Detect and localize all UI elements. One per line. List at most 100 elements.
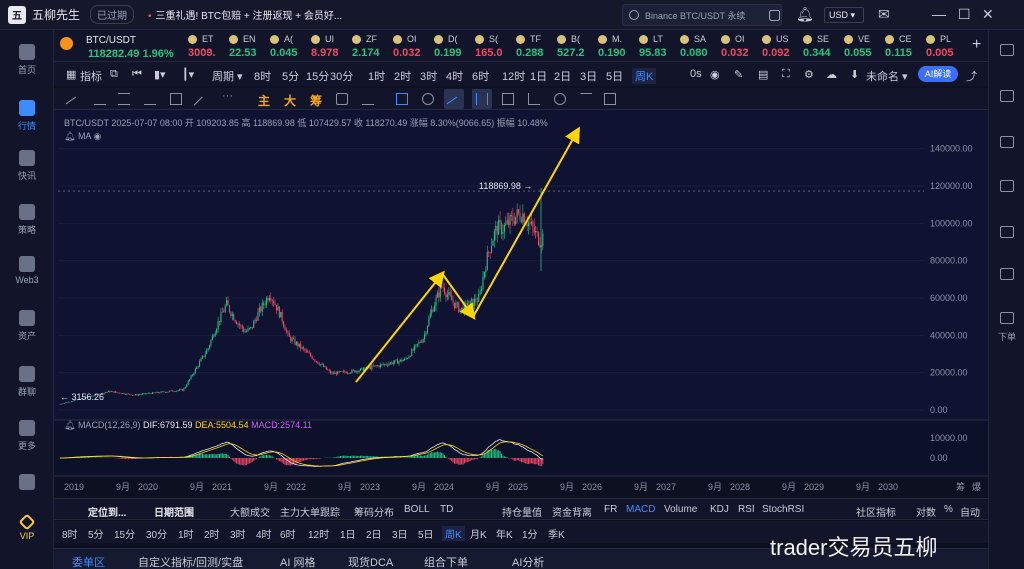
tf-bar-7[interactable]: 4时 bbox=[256, 526, 272, 541]
expired-badge[interactable]: 已过期 bbox=[90, 5, 135, 24]
search-input[interactable]: Binance BTC/USDT 永续 bbox=[622, 4, 782, 26]
rail-calendar-icon[interactable] bbox=[1000, 180, 1014, 192]
tf-bar-18[interactable]: 季K bbox=[548, 526, 565, 541]
grid-icon[interactable]: ▦ bbox=[66, 68, 76, 81]
rail-position-icon[interactable] bbox=[1000, 268, 1014, 280]
timeframe-13[interactable]: 5日 bbox=[606, 68, 623, 84]
period-button[interactable]: 周期 ▾ bbox=[212, 68, 243, 84]
nav-item-5[interactable]: 资产 bbox=[0, 310, 54, 342]
compare-icon[interactable]: ⧉ bbox=[110, 68, 118, 81]
tf-bar-5[interactable]: 2时 bbox=[204, 526, 220, 541]
community-indicators[interactable]: 社区指标 bbox=[856, 504, 896, 519]
tf-bar-3[interactable]: 30分 bbox=[146, 526, 167, 541]
lock-tool-icon[interactable] bbox=[502, 93, 514, 105]
filter-tool-icon[interactable] bbox=[580, 93, 592, 105]
cursor-tool-icon[interactable] bbox=[528, 93, 540, 105]
tf-bar-13[interactable]: 5日 bbox=[418, 526, 434, 541]
chips-tool[interactable]: 筹 bbox=[310, 92, 322, 109]
timeframe-0[interactable]: 8时 bbox=[254, 68, 271, 84]
parallel-channel-tool-icon[interactable] bbox=[118, 93, 130, 105]
rectangle-tool-icon[interactable] bbox=[170, 93, 182, 105]
tf-bar-14[interactable]: 周K bbox=[442, 526, 465, 541]
rail-list-icon[interactable] bbox=[1000, 44, 1014, 56]
tf-bar-12[interactable]: 3日 bbox=[392, 526, 408, 541]
mail-icon[interactable]: ✉ bbox=[878, 6, 890, 23]
indicator-3[interactable]: BOLL bbox=[404, 504, 430, 515]
percent-toggle[interactable]: % bbox=[944, 504, 953, 515]
delete-tool-icon[interactable] bbox=[604, 93, 616, 105]
indicator-0[interactable]: 大额成交 bbox=[230, 504, 270, 519]
date-range-button[interactable]: 日期范围 bbox=[154, 504, 194, 519]
nav-item-4[interactable]: Web3 bbox=[0, 256, 54, 285]
minimize-icon[interactable]: — bbox=[932, 6, 946, 22]
log-toggle[interactable]: 对数 bbox=[916, 504, 936, 519]
timeframe-6[interactable]: 3时 bbox=[420, 68, 437, 84]
timeframe-11[interactable]: 2日 bbox=[554, 68, 571, 84]
indicator-2[interactable]: 筹码分布 bbox=[354, 504, 394, 519]
magnet-tool-icon[interactable] bbox=[336, 93, 348, 105]
rail-book-icon[interactable] bbox=[1000, 90, 1014, 102]
tf-bar-4[interactable]: 1时 bbox=[178, 526, 194, 541]
rewind-icon[interactable]: ⏮ bbox=[132, 68, 142, 81]
timeframe-12[interactable]: 3日 bbox=[580, 68, 597, 84]
price-chart-svg[interactable]: 140000.00 120000.00 100000.00 80000.00 60000… bbox=[54, 110, 988, 498]
bottom-tab-0[interactable]: 委单区 bbox=[72, 554, 105, 569]
bottom-tab-4[interactable]: 组合下单 bbox=[424, 554, 468, 569]
indicators-button[interactable]: 指标 bbox=[80, 68, 102, 84]
tf-bar-6[interactable]: 3时 bbox=[230, 526, 246, 541]
indicator2-7[interactable]: StochRSI bbox=[762, 504, 804, 515]
candle-type-icon[interactable]: ▮▾ bbox=[154, 68, 166, 81]
locate-button[interactable]: 定位到... bbox=[88, 504, 126, 519]
indicator2-5[interactable]: KDJ bbox=[710, 504, 729, 515]
ma-legend[interactable]: 🔔︎ MA ◉ bbox=[64, 131, 101, 142]
timeframe-9[interactable]: 12时 bbox=[502, 68, 525, 84]
bell-icon[interactable]: 🔔︎ bbox=[796, 6, 814, 23]
indicator2-4[interactable]: Volume bbox=[664, 504, 697, 515]
maximize-icon[interactable]: ☐ bbox=[958, 6, 971, 23]
timeframe-4[interactable]: 1时 bbox=[368, 68, 385, 84]
timeframe-2[interactable]: 15分 bbox=[306, 68, 329, 84]
active-ticker[interactable]: BTC/USDT 118282.49 1.96% bbox=[58, 33, 182, 60]
indicator-1[interactable]: 主力大单跟踪 bbox=[280, 504, 340, 519]
layout-icon[interactable]: ▤ bbox=[758, 68, 768, 81]
rail-news-icon[interactable] bbox=[1000, 136, 1014, 148]
tf-bar-17[interactable]: 1分 bbox=[522, 526, 538, 541]
share-icon[interactable]: ⤴ bbox=[966, 68, 977, 84]
ticker-item[interactable]: PL 0.005 bbox=[926, 33, 986, 60]
fullscreen-icon[interactable]: ⛶ bbox=[782, 68, 790, 81]
indicator2-0[interactable]: 持仓量值 bbox=[502, 504, 542, 519]
tf-bar-8[interactable]: 6时 bbox=[280, 526, 296, 541]
horizontal-line-tool-icon[interactable] bbox=[94, 93, 106, 105]
more-tools-icon[interactable]: ··· bbox=[222, 90, 234, 102]
close-icon[interactable]: ✕ bbox=[982, 6, 994, 23]
camera-icon[interactable]: ◉ bbox=[710, 68, 720, 81]
timeframe-5[interactable]: 2时 bbox=[394, 68, 411, 84]
bottom-tab-5[interactable]: AI分析 bbox=[512, 554, 544, 569]
large-tool[interactable]: 大 bbox=[284, 92, 296, 109]
ray-tool-icon[interactable] bbox=[144, 93, 156, 105]
promo-banner[interactable]: • 三重礼遇! BTC包赔 + 注册返现 + 会员好... bbox=[148, 7, 342, 22]
tf-bar-0[interactable]: 8时 bbox=[62, 526, 78, 541]
select-tool-icon[interactable] bbox=[396, 93, 408, 105]
tf-bar-1[interactable]: 5分 bbox=[88, 526, 104, 541]
indicator2-6[interactable]: RSI bbox=[738, 504, 755, 515]
nav-item-2[interactable]: 快讯 bbox=[0, 150, 54, 182]
save-icon[interactable]: ⬇ bbox=[850, 68, 859, 81]
indicator2-2[interactable]: FR bbox=[604, 504, 617, 515]
main-tool[interactable]: 主 bbox=[258, 92, 270, 109]
bottom-tab-2[interactable]: AI 网格 bbox=[280, 554, 315, 569]
settings-icon[interactable]: ⚙ bbox=[804, 68, 814, 81]
nav-item-1[interactable]: 行情 bbox=[0, 100, 54, 132]
layout-name-select[interactable]: 未命名 ▾ bbox=[866, 68, 908, 84]
indicator2-3[interactable]: MACD bbox=[626, 504, 655, 515]
indicator2-1[interactable]: 资金背离 bbox=[552, 504, 592, 519]
nav-item-8[interactable] bbox=[0, 474, 54, 493]
timeframe-3[interactable]: 30分 bbox=[330, 68, 353, 84]
timeframe-14[interactable]: 周K bbox=[632, 68, 657, 84]
measure-tool-icon[interactable] bbox=[362, 93, 374, 105]
nav-item-7[interactable]: 更多 bbox=[0, 420, 54, 452]
currency-select[interactable]: USD ▾ bbox=[824, 7, 864, 23]
timeframe-8[interactable]: 6时 bbox=[472, 68, 489, 84]
timeframe-1[interactable]: 5分 bbox=[282, 68, 299, 84]
nav-item-3[interactable]: 策略 bbox=[0, 204, 54, 236]
